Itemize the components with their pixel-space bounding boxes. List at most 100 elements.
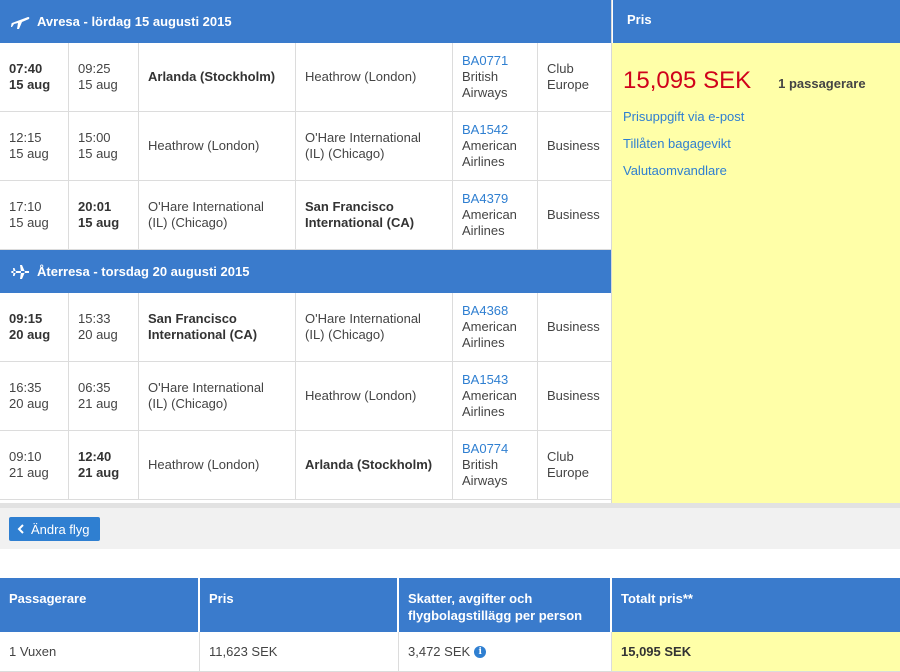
cabin-class: Business xyxy=(547,207,600,222)
flight-info-cell: BA4379 American Airlines xyxy=(453,181,538,249)
departure-date: 15 aug xyxy=(9,146,49,161)
flight-number-link[interactable]: BA4379 xyxy=(462,191,508,207)
airline-name: American Airlines xyxy=(462,207,517,238)
departure-time: 17:10 xyxy=(9,199,42,214)
origin-airport: San Francisco International (CA) xyxy=(139,293,296,361)
breakdown-row: 1 Vuxen 11,623 SEK 3,472 SEK i 15,095 SE… xyxy=(0,632,900,672)
airline-name: British Airways xyxy=(462,69,508,100)
arrival-time-cell: 15:00 15 aug xyxy=(69,112,139,180)
destination-airport: O'Hare International (IL) (Chicago) xyxy=(296,293,453,361)
plane-departure-icon xyxy=(11,16,30,29)
arrival-time: 15:00 xyxy=(78,130,111,145)
origin-airport: O'Hare International (IL) (Chicago) xyxy=(139,181,296,249)
arrival-date: 20 aug xyxy=(78,327,118,342)
origin-airport: Heathrow (London) xyxy=(139,431,296,499)
arrival-date: 15 aug xyxy=(78,146,118,161)
return-rows: 09:15 20 aug 15:33 20 aug San Francisco Inte… xyxy=(0,293,611,500)
destination-airport: Arlanda (Stockholm) xyxy=(296,431,453,499)
arrival-time-cell: 06:35 21 aug xyxy=(69,362,139,430)
change-flight-button[interactable]: Ändra flyg xyxy=(9,517,100,541)
total-price-cell: 15,095 SEK xyxy=(612,632,900,671)
flight-segment-row: 09:10 21 aug 12:40 21 aug Heathrow (London) A… xyxy=(0,431,611,500)
airline-name: American Airlines xyxy=(462,388,517,419)
arrival-time: 12:40 xyxy=(78,449,112,464)
departure-time-cell: 17:10 15 aug xyxy=(0,181,69,249)
flight-segment-row: 12:15 15 aug 15:00 15 aug Heathrow (London) O… xyxy=(0,112,611,181)
return-title: Återresa - torsdag 20 augusti 2015 xyxy=(37,264,250,279)
flight-itinerary: Avresa - lördag 15 augusti 2015 07:40 15 … xyxy=(0,0,611,500)
price-header: Pris xyxy=(612,0,900,43)
origin-airport: O'Hare International (IL) (Chicago) xyxy=(139,362,296,430)
base-price: 11,623 SEK xyxy=(200,632,399,671)
arrival-time-cell: 09:25 15 aug xyxy=(69,43,139,111)
outbound-header: Avresa - lördag 15 augusti 2015 xyxy=(0,0,611,43)
flight-info-cell: BA1543 American Airlines xyxy=(453,362,538,430)
passenger-type: 1 Vuxen xyxy=(0,632,200,671)
arrival-time: 15:33 xyxy=(78,311,111,326)
destination-airport: Heathrow (London) xyxy=(296,43,453,111)
price-panel: Pris 15,095 SEK 1 passagerare Prisuppgif… xyxy=(611,0,900,503)
cabin-class: Club Europe xyxy=(547,449,589,480)
destination-airport: O'Hare International (IL) (Chicago) xyxy=(296,112,453,180)
flight-segment-row: 16:35 20 aug 06:35 21 aug O'Hare Internation… xyxy=(0,362,611,431)
departure-time: 16:35 xyxy=(9,380,42,395)
departure-date: 20 aug xyxy=(9,396,49,411)
departure-date: 15 aug xyxy=(9,77,51,92)
flight-number-link[interactable]: BA0774 xyxy=(462,441,508,457)
arrival-date: 15 aug xyxy=(78,77,118,92)
flight-info-cell: BA0771 British Airways xyxy=(453,43,538,111)
arrival-time-cell: 15:33 20 aug xyxy=(69,293,139,361)
departure-time: 09:15 xyxy=(9,311,43,326)
departure-time-cell: 12:15 15 aug xyxy=(0,112,69,180)
arrival-time-cell: 12:40 21 aug xyxy=(69,431,139,499)
airline-name: American Airlines xyxy=(462,138,517,169)
departure-date: 20 aug xyxy=(9,327,51,342)
flight-info-cell: BA4368 American Airlines xyxy=(453,293,538,361)
breakdown-header-row: Passagerare Pris Skatter, avgifter och f… xyxy=(0,578,900,632)
arrival-time-cell: 20:01 15 aug xyxy=(69,181,139,249)
price-breakdown-table: Passagerare Pris Skatter, avgifter och f… xyxy=(0,578,900,672)
departure-date: 15 aug xyxy=(9,215,49,230)
flight-number-link[interactable]: BA1543 xyxy=(462,372,508,388)
header-total: Totalt pris** xyxy=(621,591,693,606)
departure-time-cell: 09:10 21 aug xyxy=(0,431,69,499)
return-header: Återresa - torsdag 20 augusti 2015 xyxy=(0,250,611,293)
price-links: Prisuppgift via e-post Tillåten bagagevi… xyxy=(612,95,900,190)
currency-converter-link[interactable]: Valutaomvandlare xyxy=(623,163,900,190)
passenger-count: 1 passagerare xyxy=(778,76,866,91)
header-taxes: Skatter, avgifter och flygbolagstillägg … xyxy=(399,578,612,632)
arrival-date: 15 aug xyxy=(78,215,120,230)
total-price: 15,095 SEK xyxy=(623,67,752,94)
email-price-link[interactable]: Prisuppgift via e-post xyxy=(623,109,900,136)
outbound-rows: 07:40 15 aug 09:25 15 aug Arlanda (Stockholm… xyxy=(0,43,611,250)
cabin-class: Business xyxy=(547,319,600,334)
origin-airport: Heathrow (London) xyxy=(139,112,296,180)
price-summary: 15,095 SEK 1 passagerare xyxy=(612,43,900,95)
plane-return-icon xyxy=(11,264,29,279)
destination-airport: San Francisco International (CA) xyxy=(296,181,453,249)
destination-airport: Heathrow (London) xyxy=(296,362,453,430)
flight-info-cell: BA1542 American Airlines xyxy=(453,112,538,180)
info-icon[interactable]: i xyxy=(474,645,487,658)
flight-number-link[interactable]: BA4368 xyxy=(462,303,508,319)
departure-time-cell: 09:15 20 aug xyxy=(0,293,69,361)
departure-time-cell: 07:40 15 aug xyxy=(0,43,69,111)
flight-number-link[interactable]: BA0771 xyxy=(462,53,508,69)
flight-segment-row: 07:40 15 aug 09:25 15 aug Arlanda (Stockholm… xyxy=(0,43,611,112)
cabin-class: Business xyxy=(547,138,600,153)
departure-time: 09:10 xyxy=(9,449,42,464)
departure-date: 21 aug xyxy=(9,465,49,480)
origin-airport: Arlanda (Stockholm) xyxy=(139,43,296,111)
taxes-amount: 3,472 SEK xyxy=(408,644,471,659)
header-passengers: Passagerare xyxy=(0,578,200,632)
change-flight-label: Ändra flyg xyxy=(31,521,90,537)
airline-name: American Airlines xyxy=(462,319,517,350)
arrival-time: 06:35 xyxy=(78,380,111,395)
arrival-date: 21 aug xyxy=(78,465,120,480)
arrival-time: 20:01 xyxy=(78,199,112,214)
baggage-allowance-link[interactable]: Tillåten bagagevikt xyxy=(623,136,900,163)
flight-number-link[interactable]: BA1542 xyxy=(462,122,508,138)
flight-segment-row: 09:15 20 aug 15:33 20 aug San Francisco Inte… xyxy=(0,293,611,362)
flight-segment-row: 17:10 15 aug 20:01 15 aug O'Hare Internation… xyxy=(0,181,611,250)
chevron-left-icon xyxy=(17,524,24,534)
